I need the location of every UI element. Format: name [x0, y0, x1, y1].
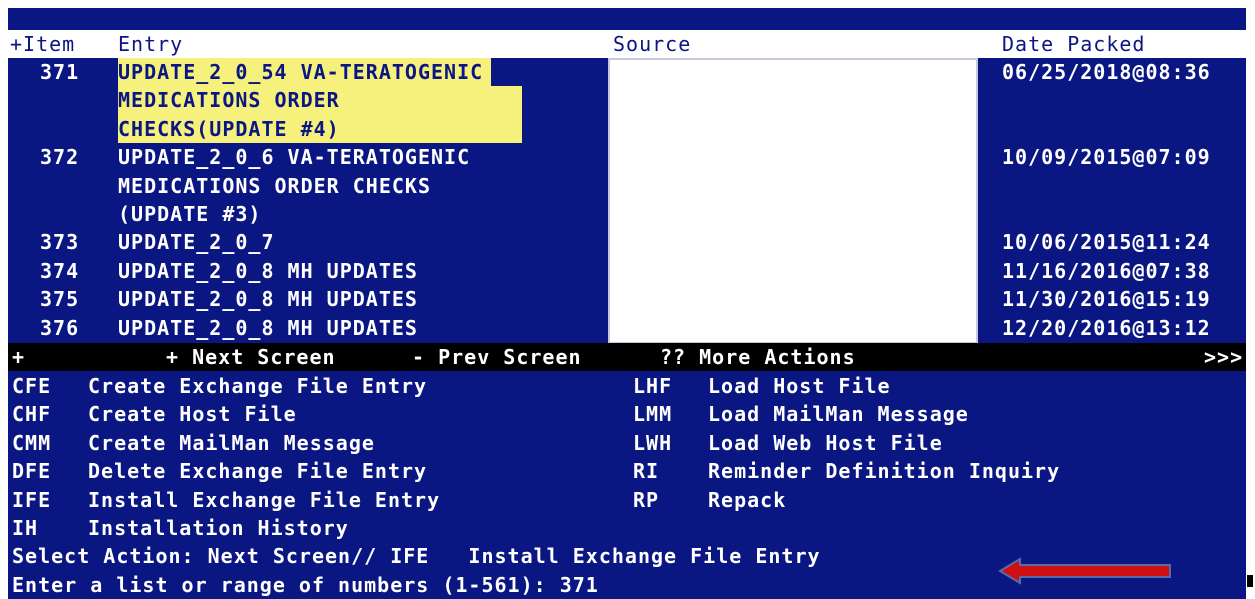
item-number: 371: [40, 60, 80, 84]
entry-name: MEDICATIONS ORDER CHECKS: [118, 173, 431, 198]
cursor-mark: [1247, 575, 1253, 587]
action-code: CMM: [12, 430, 52, 455]
prompt-text: Enter a list or range of numbers (1-561)…: [12, 572, 599, 597]
more-actions-action[interactable]: ?? More Actions: [660, 343, 856, 371]
action-label: Repack: [708, 487, 787, 512]
entry-name: UPDATE_2_0_7: [118, 230, 275, 255]
date-packed: 11/16/2016@07:38: [1002, 258, 1211, 283]
action-code: RI: [633, 459, 660, 484]
entry-name: UPDATE_2_0_6 VA-TERATOGENIC: [118, 145, 471, 170]
action-code: LHF: [633, 374, 673, 398]
left-arrow-icon: [998, 557, 1171, 585]
prompt-text: Select Action: Next Screen// IFE Install…: [12, 544, 821, 569]
item-number: 376: [40, 315, 80, 340]
more-indicator: >>>: [1204, 345, 1244, 369]
action-code: LMM: [633, 402, 673, 427]
list-item[interactable]: 373 UPDATE_2_0_7 10/06/2015@11:24: [8, 228, 1246, 256]
item-number: 372: [40, 145, 80, 170]
item-number: 375: [40, 287, 80, 312]
screen-nav-bar: + + Next Screen - Prev Screen ?? More Ac…: [8, 343, 1246, 371]
action-item-dfe[interactable]: DFE Delete Exchange File Entry RI Remind…: [8, 457, 1246, 485]
action-code: CFE: [12, 374, 52, 398]
list-item[interactable]: 371 UPDATE_2_0_54 VA-TERATOGENIC 06/25/2…: [8, 58, 1246, 87]
list-header: +Item Entry Source Date Packed: [8, 30, 1246, 58]
entry-name: (UPDATE #3): [118, 202, 262, 226]
action-label: Installation History: [88, 516, 349, 540]
action-label: Delete Exchange File Entry: [88, 459, 428, 484]
item-number: 373: [40, 230, 80, 255]
header-entry: Entry: [118, 32, 184, 56]
header-source: Source: [613, 32, 692, 56]
list-item[interactable]: MEDICATIONS ORDER: [8, 86, 1246, 115]
action-code: DFE: [12, 459, 52, 484]
item-number: 374: [40, 258, 80, 283]
entry-name: UPDATE_2_0_8 MH UPDATES: [118, 315, 418, 340]
date-packed: 12/20/2016@13:12: [1002, 315, 1211, 340]
list-item[interactable]: (UPDATE #3): [8, 200, 1246, 228]
entry-name: UPDATE_2_0_54 VA-TERATOGENIC: [118, 58, 492, 87]
nav-plus: +: [12, 345, 26, 369]
entry-name: CHECKS(UPDATE #4): [118, 114, 522, 144]
list-item[interactable]: CHECKS(UPDATE #4): [8, 114, 1246, 144]
action-item-chf[interactable]: CHF Create Host File LMM Load MailMan Me…: [8, 400, 1246, 428]
action-label: Create MailMan Message: [88, 430, 375, 455]
action-item-cfe[interactable]: CFE Create Exchange File Entry LHF Load …: [8, 372, 1246, 400]
action-label: Load Host File: [708, 374, 891, 398]
action-item-cmm[interactable]: CMM Create MailMan Message LWH Load Web …: [8, 429, 1246, 457]
action-label: Install Exchange File Entry: [88, 487, 441, 512]
list-item[interactable]: 374 UPDATE_2_0_8 MH UPDATES 11/16/2016@0…: [8, 257, 1246, 285]
action-label: Load Web Host File: [708, 430, 943, 455]
action-label: Create Host File: [88, 402, 297, 427]
list-item[interactable]: MEDICATIONS ORDER CHECKS: [8, 172, 1246, 200]
entry-name: MEDICATIONS ORDER: [118, 86, 522, 115]
next-screen-action[interactable]: + Next Screen: [166, 343, 336, 371]
action-item-ife[interactable]: IFE Install Exchange File Entry RP Repac…: [8, 486, 1246, 514]
action-code: LWH: [633, 430, 673, 455]
entry-name: UPDATE_2_0_8 MH UPDATES: [118, 287, 418, 312]
action-label: Reminder Definition Inquiry: [708, 459, 1061, 484]
action-code: RP: [633, 487, 660, 512]
action-label: Load MailMan Message: [708, 402, 969, 427]
header-date-packed: Date Packed: [1002, 32, 1146, 56]
action-item-ih[interactable]: IH Installation History: [8, 514, 1246, 542]
list-item[interactable]: 372 UPDATE_2_0_6 VA-TERATOGENIC 10/09/20…: [8, 143, 1246, 171]
terminal-window[interactable]: +Item Entry Source Date Packed 371 UPDAT…: [8, 8, 1246, 599]
prev-screen-action[interactable]: - Prev Screen: [412, 343, 582, 371]
header-item: +Item: [10, 32, 76, 56]
date-packed: 10/09/2015@07:09: [1002, 145, 1211, 170]
action-code: IFE: [12, 487, 52, 512]
date-packed: 06/25/2018@08:36: [1002, 60, 1211, 84]
date-packed: 10/06/2015@11:24: [1002, 230, 1211, 255]
action-code: IH: [12, 516, 39, 540]
action-label: Create Exchange File Entry: [88, 374, 428, 398]
list-item[interactable]: 375 UPDATE_2_0_8 MH UPDATES 11/30/2016@1…: [8, 285, 1246, 313]
entry-name: UPDATE_2_0_8 MH UPDATES: [118, 258, 418, 283]
date-packed: 11/30/2016@15:19: [1002, 287, 1211, 312]
action-code: CHF: [12, 402, 52, 427]
list-item[interactable]: 376 UPDATE_2_0_8 MH UPDATES 12/20/2016@1…: [8, 314, 1246, 342]
